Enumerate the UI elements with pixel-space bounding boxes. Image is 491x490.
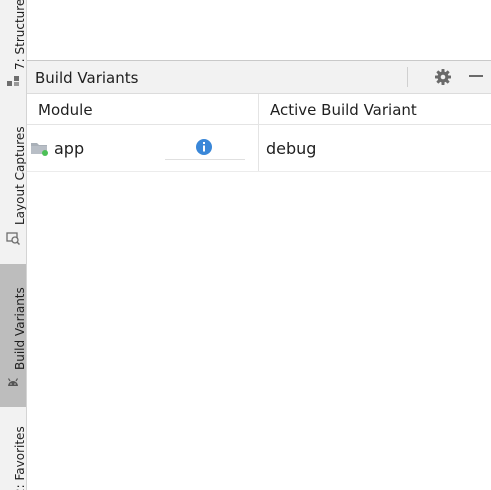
tab-build-variants-label: Build Variants [13,287,27,370]
column-header-active-build-variant: Active Build Variant [270,101,417,119]
build-variants-panel: Build Variants Module Active Build Varia… [27,60,491,490]
table-header: Module Active Build Variant [27,94,491,125]
tab-favorites-label: 2: Favorites [13,426,27,490]
editor-area [27,0,491,60]
tab-favorites[interactable]: 2: Favorites [0,418,26,490]
tab-structure-label: 7: Structure [13,0,27,70]
header-divider [407,67,408,87]
module-folder-icon [31,143,48,156]
table-row[interactable]: app debug [27,125,491,172]
minimize-icon[interactable] [467,67,485,85]
module-name: app [54,139,85,158]
tab-layout-captures[interactable]: Layout Captures [0,115,26,250]
active-build-variant-value[interactable]: debug [266,139,316,158]
build-variants-table: Module Active Build Variant app debug [27,94,491,172]
gear-icon[interactable] [434,68,452,86]
info-icon [196,139,212,155]
structure-icon [7,76,19,86]
panel-header: Build Variants [27,61,491,94]
tab-layout-captures-label: Layout Captures [13,126,27,225]
layout-capture-icon [6,232,20,245]
tab-build-variants[interactable]: Build Variants [0,264,26,407]
panel-title: Build Variants [35,69,139,87]
column-header-module: Module [38,101,93,119]
tab-structure[interactable]: 7: Structure [0,0,26,92]
module-info-button[interactable] [165,134,245,160]
tool-window-strip: 7: Structure Layout Captures Build Varia… [0,0,27,490]
android-icon [7,378,19,386]
